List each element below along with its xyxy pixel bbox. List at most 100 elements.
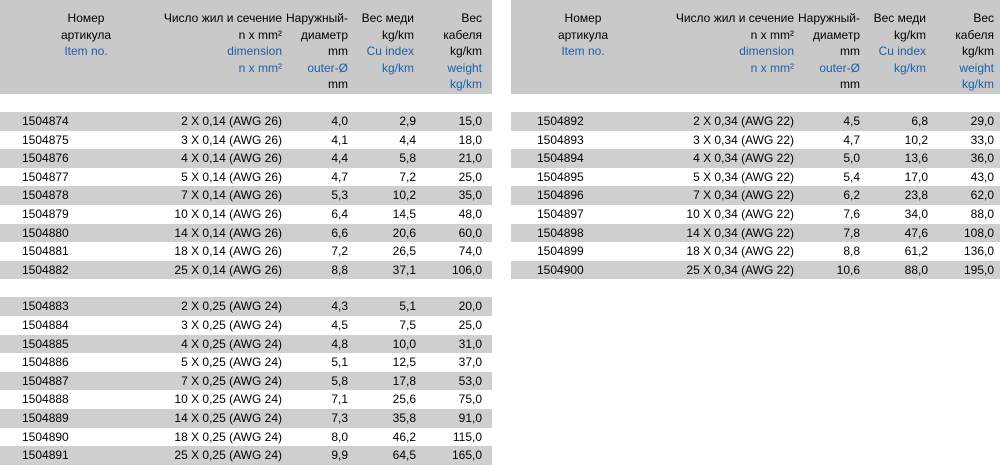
table-row: 1504895 5 X 0,34 (AWG 22) 5,4 17,0 43,0 (511, 168, 1000, 187)
cell-od: 9,9 (331, 448, 348, 463)
cell-cu: 10,0 (392, 336, 416, 351)
cell-wt: 53,0 (458, 373, 482, 388)
cell-item: 1504897 (537, 206, 584, 221)
table-row: 1504897 10 X 0,34 (AWG 22) 7,6 34,0 88,0 (511, 205, 1000, 224)
header-dim-ru: Число жил и сечение (163, 11, 282, 25)
cell-cu: 10,2 (904, 132, 928, 147)
header-cu: Вес меди kg/km Cu index kg/km (856, 10, 926, 76)
header-item: Номер артикула Item no. (533, 10, 633, 60)
header-dim-ru: n x mm² (750, 27, 794, 42)
table-row: 1504892 2 X 0,34 (AWG 22) 4,5 6,8 29,0 (511, 112, 1000, 131)
cell-dim: 4 X 0,25 (AWG 24) (181, 336, 282, 351)
header-wt-en: weight (447, 60, 482, 75)
table-row: 1504882 25 X 0,14 (AWG 26) 8,8 37,1 106,0 (0, 260, 492, 280)
cell-cu: 37,1 (392, 262, 416, 277)
table-row: 1504887 7 X 0,25 (AWG 24) 5,8 17,8 53,0 (0, 371, 492, 391)
cell-dim: 14 X 0,14 (AWG 26) (174, 225, 282, 240)
table-header: Номер артикула Item no. Число жил и сечение… (0, 0, 492, 94)
header-item-ru: артикула (60, 27, 112, 42)
header-dim-en: n x mm² (238, 60, 282, 75)
header-od-unit: mm (840, 77, 860, 91)
right-table: Номер артикула Item no. Число жил и сечение… (511, 0, 1000, 280)
header-item-en: Item no. (64, 44, 108, 58)
header-wt-en: kg/km (449, 77, 482, 91)
cell-dim: 3 X 0,34 (AWG 22) (693, 132, 794, 147)
cell-wt: 21,0 (458, 151, 482, 166)
cell-item: 1504875 (22, 132, 69, 147)
table-row: 1504883 2 X 0,25 (AWG 24) 4,3 5,1 20,0 (0, 297, 492, 316)
cell-item: 1504880 (22, 225, 69, 240)
header-od: Наружный-диаметр mm outer-Ø mm (790, 10, 860, 93)
cell-wt: 18,0 (458, 132, 482, 147)
header-od-ru: Наружный- (798, 11, 860, 25)
cell-dim: 10 X 0,25 (AWG 24) (174, 392, 282, 407)
cell-cu: 26,5 (392, 244, 416, 259)
cell-dim: 10 X 0,34 (AWG 22) (686, 206, 794, 221)
cell-cu: 25,6 (392, 392, 416, 407)
header-od-ru: mm (328, 44, 348, 58)
cell-cu: 12,5 (392, 355, 416, 370)
cell-cu: 20,6 (392, 225, 416, 240)
cell-dim: 5 X 0,25 (AWG 24) (181, 355, 282, 370)
cell-od: 7,8 (843, 225, 860, 240)
table-row: 1504898 14 X 0,34 (AWG 22) 7,8 47,6 108,0 (511, 223, 1000, 243)
cell-cu: 17,0 (904, 169, 928, 184)
cell-od: 4,3 (331, 299, 348, 314)
cell-cu: 7,2 (399, 169, 416, 184)
cell-od: 7,1 (331, 392, 348, 407)
cell-wt: 15,0 (458, 114, 482, 128)
cell-od: 6,2 (843, 188, 860, 203)
cell-dim: 7 X 0,25 (AWG 24) (181, 373, 282, 388)
cell-od: 4,4 (331, 151, 348, 166)
cell-item: 1504884 (22, 317, 69, 332)
table-row: 1504880 14 X 0,14 (AWG 26) 6,6 20,6 60,0 (0, 223, 492, 243)
table-row: 1504894 4 X 0,34 (AWG 22) 5,0 13,6 36,0 (511, 149, 1000, 168)
cell-wt: 20,0 (458, 299, 482, 314)
table-row: 1504885 4 X 0,25 (AWG 24) 4,8 10,0 31,0 (0, 334, 492, 354)
table-row: 1504890 18 X 0,25 (AWG 24) 8,0 46,2 115,0 (0, 428, 492, 447)
header-item-ru: Номер (564, 11, 602, 25)
header-item-en: Item no. (561, 44, 605, 58)
header-cu-en: Cu index (878, 44, 926, 58)
cell-item: 1504886 (22, 355, 69, 370)
cell-wt: 60,0 (458, 225, 482, 240)
cell-cu: 7,5 (399, 317, 416, 332)
header-od-en: outer-Ø (307, 60, 348, 75)
header-od-en: outer-Ø (819, 60, 860, 75)
cell-item: 1504878 (22, 188, 69, 203)
header-wt-ru: Вес (461, 11, 482, 25)
header-cu-en: kg/km (381, 60, 414, 75)
cell-dim: 5 X 0,14 (AWG 26) (181, 169, 282, 184)
cell-wt: 29,0 (970, 114, 994, 128)
table-row: 1504877 5 X 0,14 (AWG 26) 4,7 7,2 25,0 (0, 168, 492, 187)
table-header: Номер артикула Item no. Число жил и сечение… (511, 0, 1000, 94)
header-wt-ru: kg/km (961, 44, 994, 58)
header-cu-ru: kg/km (381, 27, 414, 42)
cell-wt: 35,0 (458, 188, 482, 203)
cell-cu: 5,8 (399, 151, 416, 166)
cell-cu: 2,9 (399, 114, 416, 128)
cell-wt: 48,0 (458, 206, 482, 221)
cell-cu: 14,5 (392, 206, 416, 221)
table-row: 1504886 5 X 0,25 (AWG 24) 5,1 12,5 37,0 (0, 353, 492, 372)
cell-cu: 10,2 (392, 188, 416, 203)
header-wt-ru: кабеля (443, 27, 482, 42)
header-dim-en: dimension (227, 44, 282, 58)
cell-dim: 7 X 0,14 (AWG 26) (181, 188, 282, 203)
header-od-unit: mm (328, 77, 348, 91)
cell-cu: 23,8 (904, 188, 928, 203)
header-wt-ru: Вес (973, 11, 994, 25)
cell-item: 1504899 (537, 244, 584, 259)
cell-od: 5,3 (331, 188, 348, 203)
cell-cu: 46,2 (392, 429, 416, 444)
cell-dim: 18 X 0,14 (AWG 26) (174, 244, 282, 259)
cell-od: 4,1 (331, 132, 348, 147)
cell-item: 1504895 (537, 169, 584, 184)
header-od: Наружный-диаметр mm outer-Ø mm (278, 10, 348, 93)
cell-item: 1504877 (22, 169, 69, 184)
header-dim-ru: n x mm² (238, 27, 282, 42)
header-od-ru: Наружный- (286, 11, 348, 25)
cell-wt: 33,0 (970, 132, 994, 147)
header-dim-ru: Число жил и сечение (675, 11, 794, 25)
